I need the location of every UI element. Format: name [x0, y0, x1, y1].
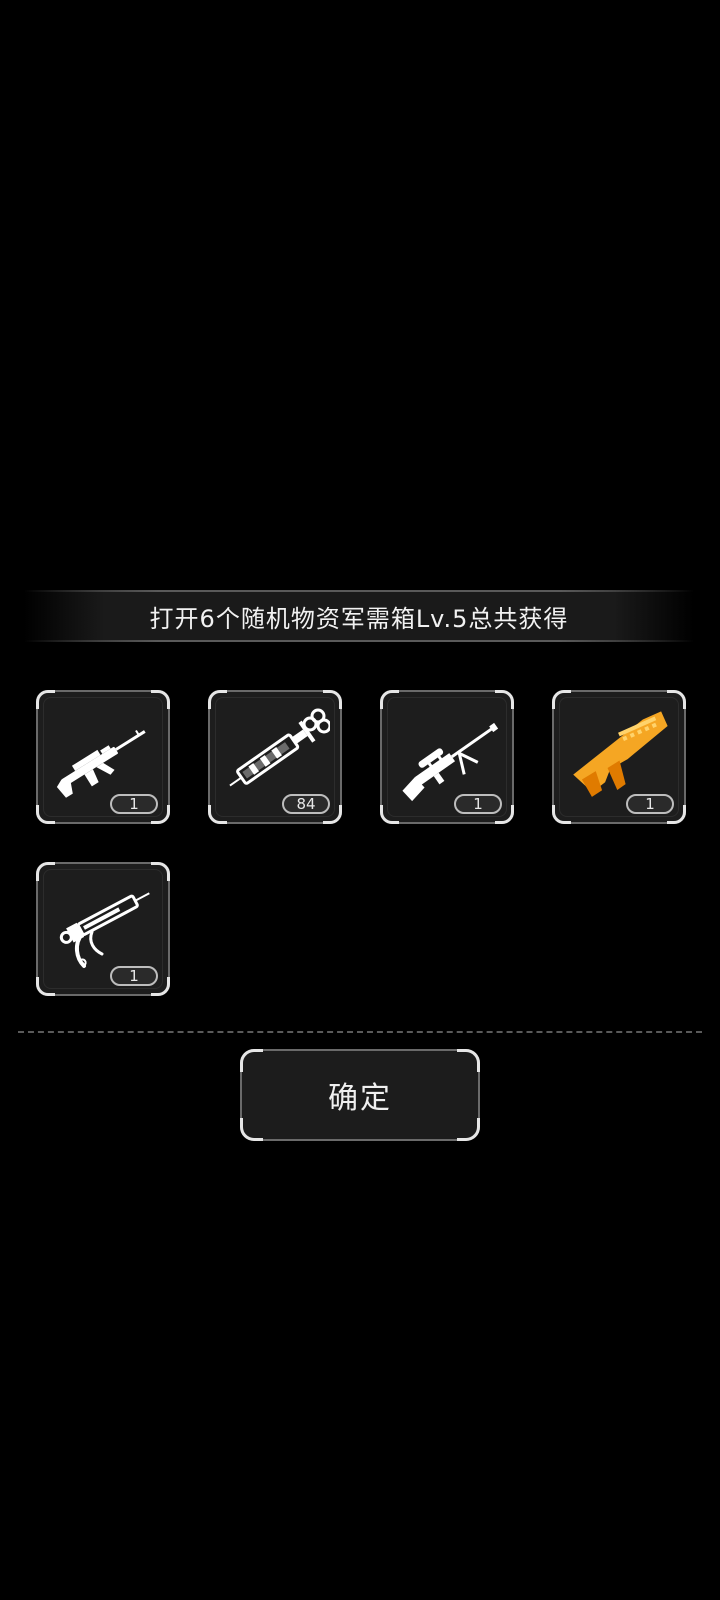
reward-screen: 打开6个随机物资军需箱Lv.5总共获得 1 84 1 1 1 确定	[0, 0, 720, 1600]
quantity-badge: 84	[282, 794, 330, 814]
confirm-button[interactable]: 确定	[240, 1049, 480, 1141]
dashed-divider	[18, 1031, 702, 1033]
confirm-button-label: 确定	[328, 1081, 392, 1116]
reward-slot[interactable]: 1	[36, 690, 170, 824]
reward-slot[interactable]: 1	[552, 690, 686, 824]
title-banner: 打开6个随机物资军需箱Lv.5总共获得	[24, 590, 694, 642]
quantity-badge: 1	[110, 966, 158, 986]
sniper-rifle-icon	[402, 722, 499, 802]
shotgun-icon	[573, 711, 668, 797]
quantity-badge: 1	[454, 794, 502, 814]
reward-slot[interactable]: 84	[208, 690, 342, 824]
page-title: 打开6个随机物资军需箱Lv.5总共获得	[149, 604, 569, 633]
quantity-badge: 1	[110, 794, 158, 814]
assault-rifle-icon	[56, 729, 146, 798]
quantity-badge: 1	[626, 794, 674, 814]
reward-slot[interactable]: 1	[36, 862, 170, 996]
injector-gun-icon	[59, 892, 150, 968]
reward-slot[interactable]: 1	[380, 690, 514, 824]
syringe-icon	[229, 708, 330, 787]
